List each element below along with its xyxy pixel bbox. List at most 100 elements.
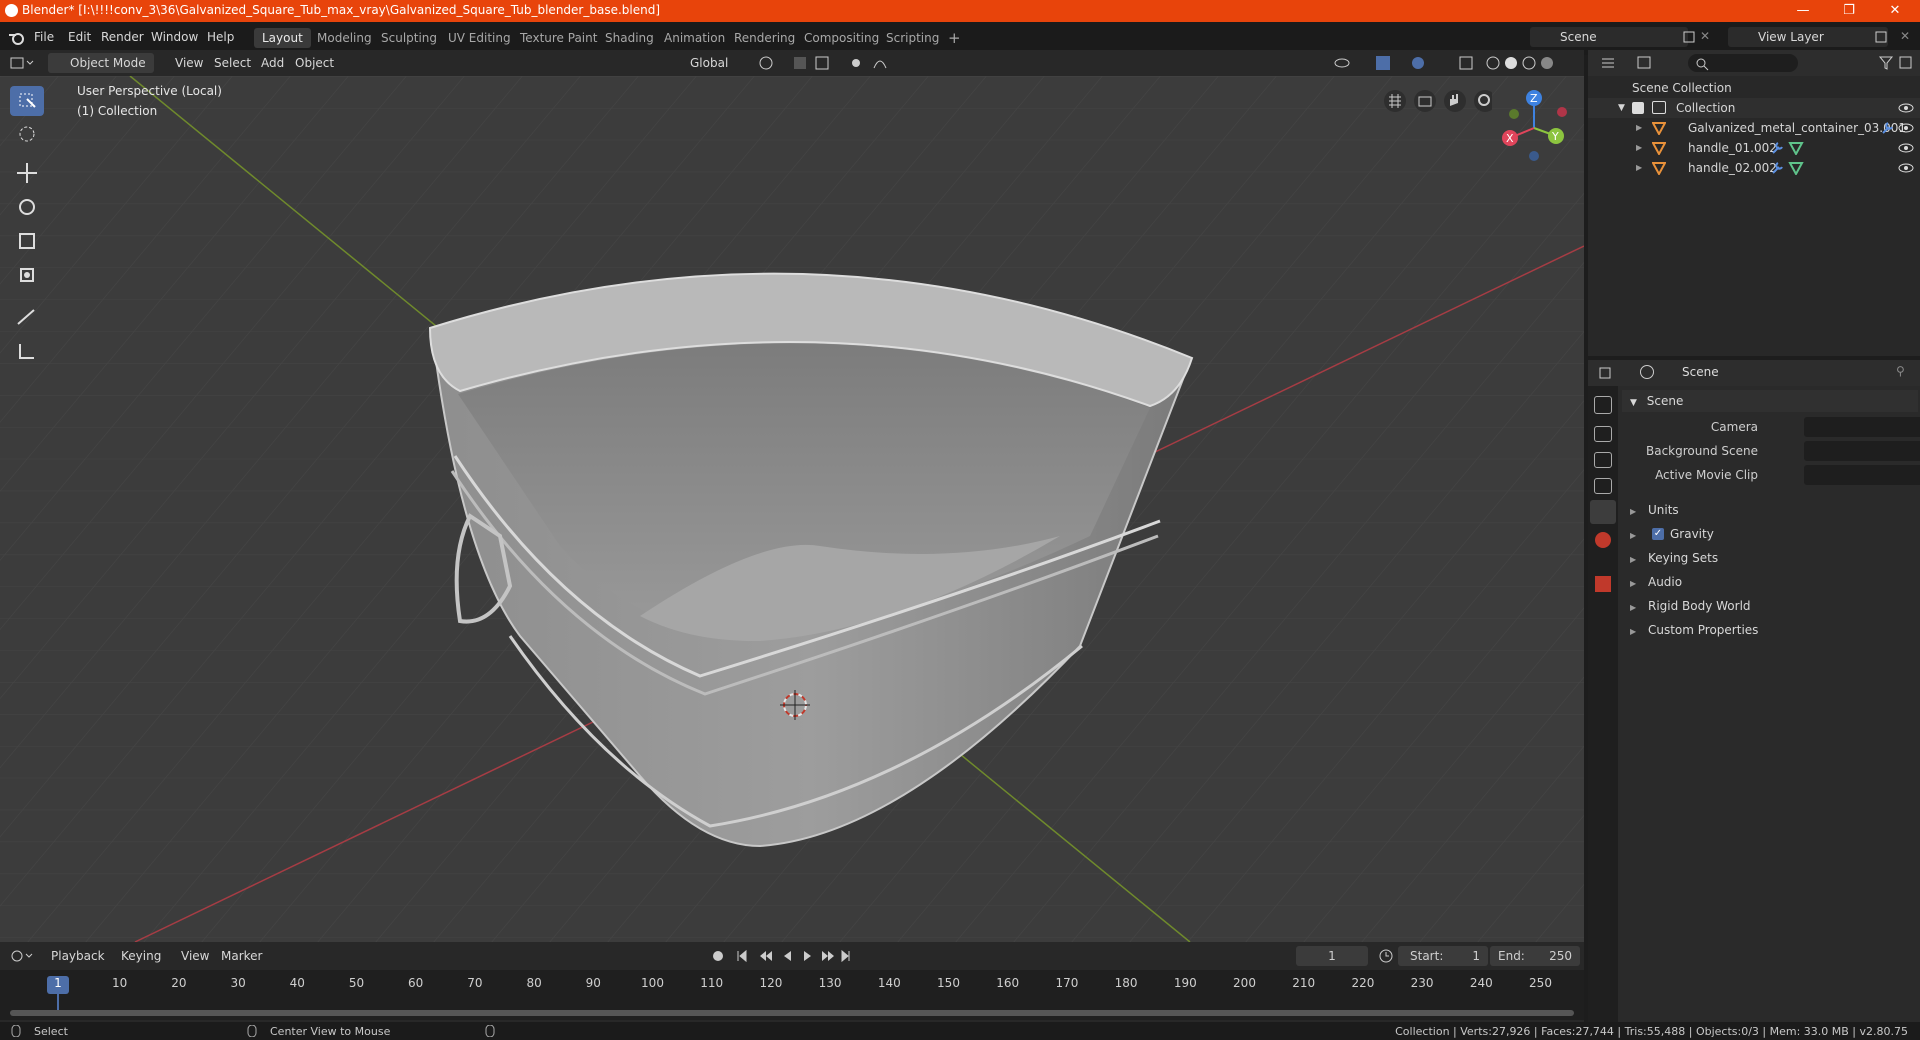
keying-sets-section[interactable]: ▶ Keying Sets xyxy=(1622,547,1918,569)
viewport-nav-buttons[interactable] xyxy=(1382,88,1492,114)
menu-playback[interactable]: Playback xyxy=(46,946,110,966)
checkbox-icon[interactable] xyxy=(1632,102,1644,114)
eye-icon[interactable] xyxy=(1898,122,1914,134)
tab-compositing[interactable]: Compositing xyxy=(796,28,887,48)
viewport-shading-tools[interactable] xyxy=(1330,54,1580,72)
add-workspace-button[interactable]: + xyxy=(940,28,969,48)
select-box-tool[interactable] xyxy=(10,86,44,116)
expand-icon[interactable]: ▶ xyxy=(1636,138,1642,158)
new-view-layer-icon[interactable] xyxy=(1874,30,1888,44)
new-scene-icon[interactable] xyxy=(1682,30,1696,44)
menu-render[interactable]: Render xyxy=(101,30,144,44)
tab-layout[interactable]: Layout xyxy=(254,28,311,48)
3d-viewport[interactable]: User Perspective (Local) (1) Collection … xyxy=(0,76,1584,942)
minimize-button[interactable]: — xyxy=(1780,0,1826,22)
expand-icon[interactable]: ▶ xyxy=(1636,118,1642,138)
tab-animation[interactable]: Animation xyxy=(656,28,733,48)
scene-tab-icon[interactable] xyxy=(1590,500,1616,524)
gravity-checkbox[interactable]: ✓ xyxy=(1652,528,1664,540)
tab-texture-paint[interactable]: Texture Paint xyxy=(512,28,605,48)
pin-icon[interactable]: ⚲ xyxy=(1896,364,1905,378)
units-section[interactable]: ▶ Units xyxy=(1622,499,1918,521)
rigid-body-world-section[interactable]: ▶ Rigid Body World xyxy=(1622,595,1918,617)
transform-orientation-dropdown[interactable]: Global xyxy=(670,53,733,73)
cursor-tool[interactable] xyxy=(10,119,44,149)
tab-uv-editing[interactable]: UV Editing xyxy=(440,28,519,48)
clock-icon[interactable] xyxy=(1378,948,1394,964)
eye-icon[interactable] xyxy=(1898,142,1914,154)
outliner-editor-type-icon[interactable] xyxy=(1600,55,1660,71)
menu-keying[interactable]: Keying xyxy=(116,946,166,966)
tab-scripting[interactable]: Scripting xyxy=(878,28,947,48)
outliner-object-row[interactable]: ▶ handle_02.002 xyxy=(1588,158,1920,178)
remove-scene-icon[interactable]: ✕ xyxy=(1700,29,1710,43)
maximize-button[interactable]: ❐ xyxy=(1826,0,1872,22)
scene-selector[interactable]: Scene xyxy=(1530,27,1688,47)
menu-timeline-view[interactable]: View xyxy=(176,946,214,966)
tab-modeling[interactable]: Modeling xyxy=(309,28,380,48)
menu-edit[interactable]: Edit xyxy=(68,30,91,44)
texture-tab-icon[interactable] xyxy=(1595,576,1611,592)
render-tab-icon[interactable] xyxy=(1594,426,1612,442)
timeline-editor-type-icon[interactable] xyxy=(10,948,36,964)
rotate-tool[interactable] xyxy=(10,192,44,222)
menu-window[interactable]: Window xyxy=(151,30,198,44)
measure-tool[interactable] xyxy=(10,336,44,366)
snapping-tools[interactable] xyxy=(756,54,906,72)
mesh-object-icon xyxy=(1652,142,1666,155)
blender-menu-icon[interactable] xyxy=(8,30,26,46)
view-layer-tab-icon[interactable] xyxy=(1594,478,1612,494)
output-tab-icon[interactable] xyxy=(1594,452,1612,468)
start-frame-field[interactable]: Start: 1 xyxy=(1398,946,1488,966)
gravity-section[interactable]: ▶ ✓ Gravity xyxy=(1622,523,1918,545)
outliner-collection[interactable]: ▼ Collection xyxy=(1588,98,1920,118)
camera-field[interactable] xyxy=(1804,417,1920,437)
close-button[interactable]: ✕ xyxy=(1872,0,1918,22)
scene-panel-header[interactable]: ▼ Scene xyxy=(1622,390,1918,412)
editor-type-icon[interactable] xyxy=(10,55,36,71)
outliner-scene-collection[interactable]: Scene Collection xyxy=(1588,78,1920,98)
custom-properties-section[interactable]: ▶ Custom Properties xyxy=(1622,619,1918,641)
outliner-object-row[interactable]: ▶ handle_01.002 xyxy=(1588,138,1920,158)
tab-sculpting[interactable]: Sculpting xyxy=(373,28,445,48)
tab-rendering[interactable]: Rendering xyxy=(726,28,803,48)
outliner-header xyxy=(1588,50,1920,76)
remove-view-layer-icon[interactable]: ✕ xyxy=(1900,29,1910,43)
move-tool[interactable] xyxy=(10,158,44,188)
outliner-collection-label: Collection xyxy=(1676,101,1736,115)
status-select-hint: Select xyxy=(34,1025,68,1038)
properties-editor-type-icon[interactable] xyxy=(1598,365,1624,381)
background-scene-field[interactable] xyxy=(1804,441,1920,461)
tab-shading[interactable]: Shading xyxy=(597,28,662,48)
world-tab-icon[interactable] xyxy=(1595,532,1611,548)
expand-icon[interactable]: ▶ xyxy=(1636,158,1642,178)
menu-select[interactable]: Select xyxy=(209,53,256,73)
expand-icon[interactable]: ▼ xyxy=(1618,98,1625,118)
annotate-tool[interactable] xyxy=(10,302,44,332)
outliner-search-input[interactable] xyxy=(1688,54,1798,72)
scale-tool[interactable] xyxy=(10,226,44,256)
current-frame-field[interactable]: 1 xyxy=(1296,946,1368,966)
active-movie-clip-field[interactable] xyxy=(1804,465,1920,485)
playback-controls[interactable] xyxy=(710,948,860,964)
menu-view[interactable]: View xyxy=(170,53,208,73)
properties-tabs xyxy=(1588,386,1618,1022)
eye-icon[interactable] xyxy=(1898,162,1914,174)
timeline-scrollbar[interactable] xyxy=(10,1010,1574,1016)
menu-help[interactable]: Help xyxy=(207,30,234,44)
outliner-object-row[interactable]: ▶ Galvanized_metal_container_03.001 xyxy=(1588,118,1920,138)
navigation-gizmo[interactable]: Z Y X xyxy=(1492,86,1572,166)
menu-file[interactable]: File xyxy=(34,30,54,44)
audio-section[interactable]: ▶ Audio xyxy=(1622,571,1918,593)
filter-icon[interactable] xyxy=(1878,55,1914,71)
ruler-tick-label: 1 xyxy=(54,976,62,990)
object-mode-dropdown[interactable]: Object Mode xyxy=(48,53,154,73)
menu-object[interactable]: Object xyxy=(290,53,339,73)
end-frame-field[interactable]: End: 250 xyxy=(1490,946,1580,966)
menu-marker[interactable]: Marker xyxy=(216,946,267,966)
transform-tool[interactable] xyxy=(10,260,44,290)
eye-icon[interactable] xyxy=(1898,102,1914,114)
tool-tab-icon[interactable] xyxy=(1594,396,1612,414)
menu-add[interactable]: Add xyxy=(256,53,289,73)
view-layer-selector[interactable]: View Layer xyxy=(1728,27,1888,47)
